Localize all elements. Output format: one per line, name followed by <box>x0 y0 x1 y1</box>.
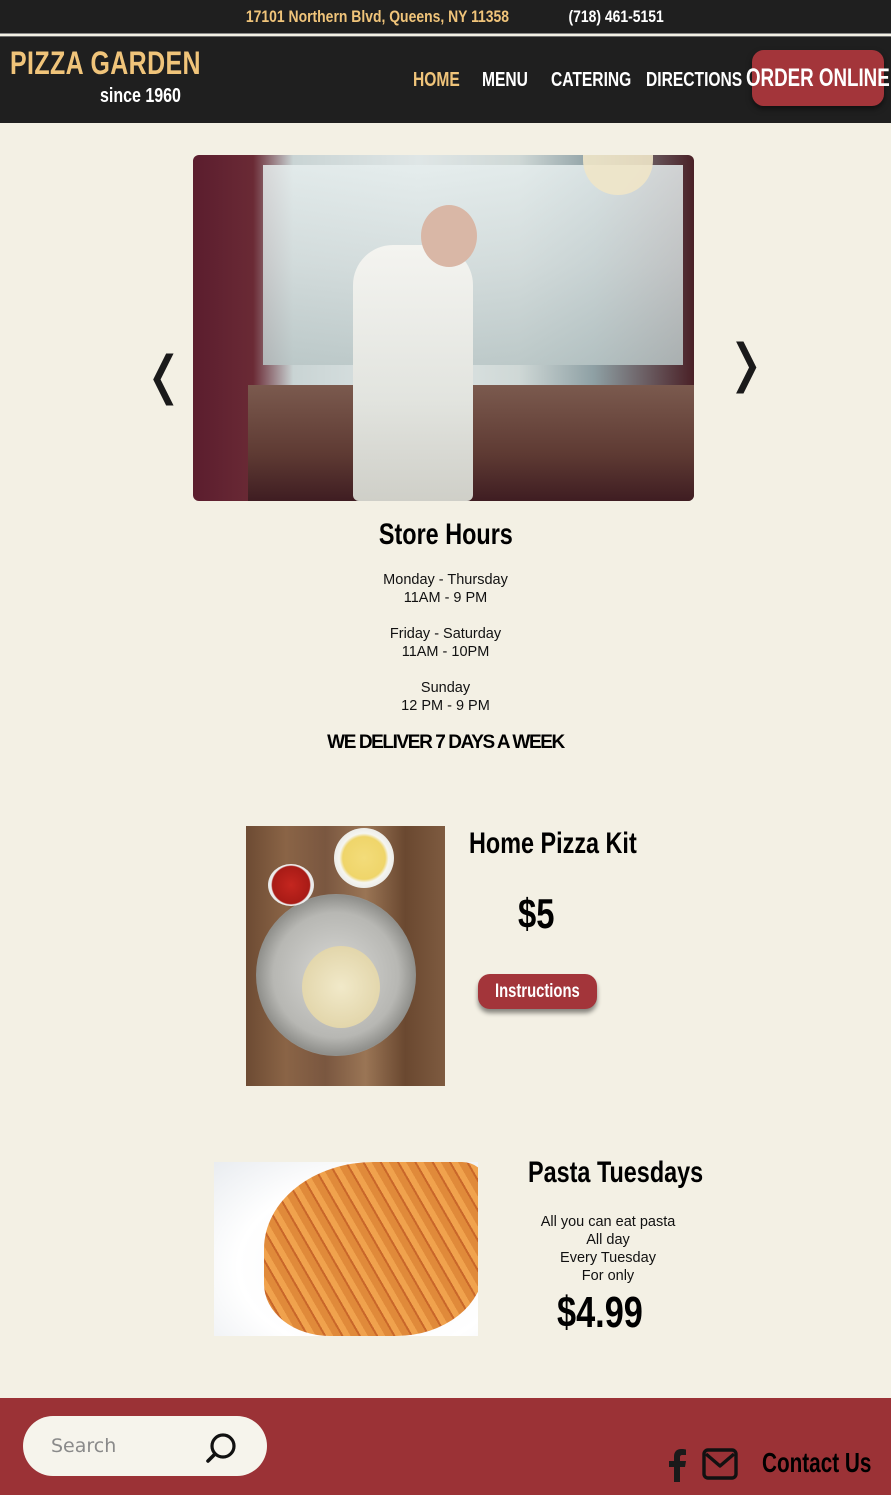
sauce-cup-shape <box>268 864 314 906</box>
dough-shape <box>302 946 380 1028</box>
nav-directions[interactable]: DIRECTIONS <box>646 69 742 92</box>
pasta-title: Pasta Tuesdays <box>528 1156 704 1189</box>
hours-block: Sunday 12 PM - 9 PM <box>0 679 891 715</box>
hours-days: Sunday <box>420 680 471 696</box>
address-text: 17101 Northern Blvd, Queens, NY 11358 <box>245 6 509 26</box>
hours-time: 11AM - 9 PM <box>403 590 488 606</box>
top-info-bar: 17101 Northern Blvd, Queens, NY 11358 (7… <box>0 0 891 34</box>
pizza-kit-price: $5 <box>518 890 555 937</box>
delivery-banner: WE DELIVER 7 DAYS A WEEK <box>327 732 565 753</box>
instructions-button[interactable]: Instructions <box>478 974 597 1009</box>
mail-icon[interactable] <box>702 1447 738 1481</box>
carousel-image <box>193 155 694 501</box>
hours-days: Monday - Thursday <box>383 572 508 588</box>
window-shape <box>263 165 683 365</box>
nav-catering[interactable]: CATERING <box>551 69 631 92</box>
chevron-left-icon[interactable]: ❬ <box>142 350 186 402</box>
phone-text[interactable]: (718) 461-5151 <box>568 7 663 27</box>
site-footer: Contact Us <box>0 1398 891 1495</box>
store-hours-title: Store Hours <box>378 518 513 551</box>
search-icon[interactable] <box>205 1431 239 1465</box>
pasta-line: All you can eat pasta <box>540 1214 676 1230</box>
store-hours-title-wrap: Store Hours <box>0 518 891 552</box>
order-online-button[interactable]: ORDER ONLINE <box>746 50 890 106</box>
hours-days: Friday - Saturday <box>389 626 502 642</box>
hours-time: 11AM - 10PM <box>401 644 490 660</box>
nav-home[interactable]: HOME <box>413 69 460 92</box>
order-online-label: ORDER ONLINE <box>746 63 890 92</box>
chevron-right-icon[interactable]: ❭ <box>724 338 768 390</box>
instructions-label: Instructions <box>495 980 580 1002</box>
cheese-cup-shape <box>334 828 394 888</box>
contact-us-link[interactable]: Contact Us <box>762 1447 871 1479</box>
pasta-price: $4.99 <box>557 1288 643 1337</box>
chef-figure <box>353 245 473 501</box>
hours-time: 12 PM - 9 PM <box>401 698 490 714</box>
pasta-pile-shape <box>264 1162 478 1336</box>
pasta-line: All day <box>586 1232 630 1248</box>
pasta-line: For only <box>581 1268 635 1284</box>
pasta-image <box>214 1162 478 1336</box>
site-header: PIZZA GARDEN since 1960 HOME MENU CATERI… <box>0 36 891 123</box>
pasta-line: Every Tuesday <box>560 1250 656 1266</box>
facebook-icon[interactable] <box>664 1448 690 1482</box>
pizza-kit-title: Home Pizza Kit <box>469 827 637 860</box>
search-input[interactable] <box>51 1430 201 1462</box>
hours-block: Monday - Thursday 11AM - 9 PM <box>0 571 891 607</box>
pizza-kit-image <box>246 826 445 1086</box>
hours-block: Friday - Saturday 11AM - 10PM <box>0 625 891 661</box>
search-box <box>23 1416 267 1476</box>
nav-menu[interactable]: MENU <box>482 69 528 92</box>
pasta-description: All you can eat pasta All day Every Tues… <box>508 1213 708 1285</box>
chef-head <box>421 205 477 267</box>
